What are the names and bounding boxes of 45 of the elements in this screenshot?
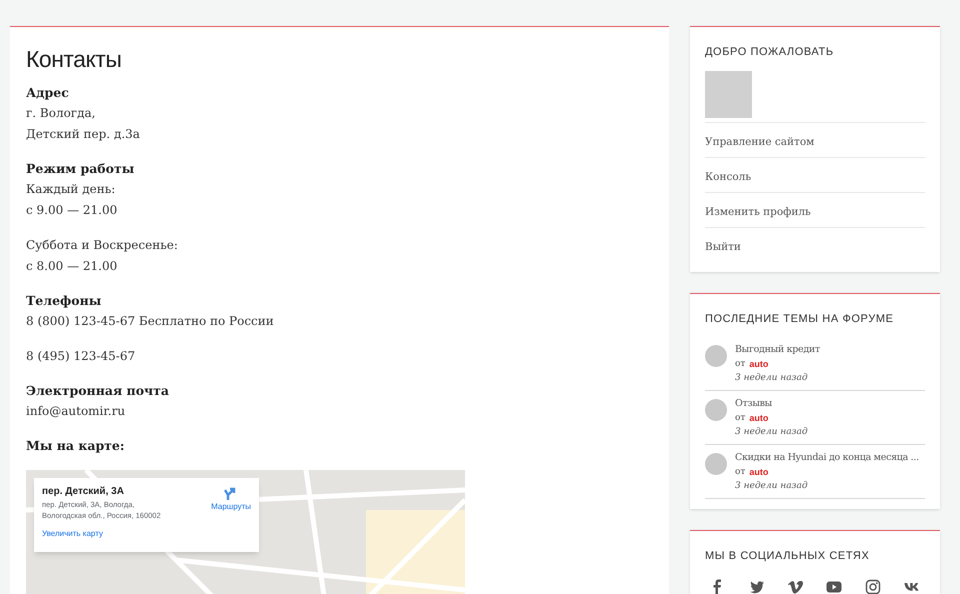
topic-time: 3 недели назад — [735, 480, 809, 493]
body-text: Каждый день: — [26, 181, 116, 198]
section-heading: Режим работы — [26, 160, 136, 178]
author-link[interactable]: auto — [749, 357, 768, 371]
sidebar-link[interactable]: Изменить профиль — [705, 206, 811, 218]
directions-link[interactable]: Маршруты — [211, 485, 251, 552]
avatar-placeholder — [705, 345, 727, 367]
sidebar-link[interactable]: Управление сайтом — [705, 136, 814, 148]
avatar-placeholder — [705, 399, 727, 421]
by-label: от — [735, 412, 746, 425]
author-link[interactable]: auto — [749, 411, 768, 425]
body-text: Суббота и Воскресенье: — [26, 237, 179, 254]
widget-title: ДОБРО ПОЖАЛОВАТЬ — [705, 45, 835, 60]
body-text: г. Вологда, — [26, 105, 96, 122]
vimeo-icon[interactable] — [788, 578, 804, 594]
sidebar-link[interactable]: Выйти — [705, 240, 741, 252]
body-text: 8 (800) 123-45-67 Бесплатно по России — [26, 313, 275, 330]
youtube-icon[interactable] — [826, 578, 842, 594]
section-heading: Мы на карте: — [26, 437, 126, 455]
section-heading: Электронная почта — [26, 382, 170, 400]
topic-link[interactable]: Скидки на Hyundai до конца месяца ... — [735, 450, 919, 465]
topic-link[interactable]: Отзывы — [735, 396, 808, 411]
place-title: пер. Детский, 3А — [42, 485, 125, 499]
widget-title: ПОСЛЕДНИЕ ТЕМЫ НА ФОРУМЕ — [705, 312, 895, 326]
widget-title: МЫ В СОЦИАЛЬНЫХ СЕТЯХ — [705, 549, 870, 564]
topic-link[interactable]: Выгодный кредит — [735, 342, 820, 357]
topic-time: 3 недели назад — [735, 426, 808, 439]
topic-time: 3 недели назад — [735, 372, 809, 385]
body-text: с 8.00 — 21.00 — [26, 258, 118, 275]
author-link[interactable]: auto — [749, 465, 768, 479]
by-label: от — [735, 358, 746, 371]
body-text: 8 (495) 123-45-67 — [26, 348, 136, 365]
body-text: info@automir.ru — [26, 403, 126, 420]
by-label: от — [735, 466, 746, 479]
avatar-placeholder — [705, 453, 727, 475]
page-title: Контакты — [26, 45, 122, 73]
body-text: Детский пер. д.3а — [26, 126, 141, 143]
twitter-icon[interactable] — [748, 578, 765, 594]
avatar-placeholder — [705, 70, 752, 118]
body-text: с 9.00 — 21.00 — [26, 202, 118, 219]
enlarge-map-link[interactable]: Увеличить карту — [42, 528, 212, 540]
sidebar-link[interactable]: Консоль — [705, 170, 752, 182]
section-heading: Телефоны — [26, 292, 102, 310]
instagram-icon[interactable] — [865, 578, 882, 594]
section-heading: Адрес — [26, 84, 70, 102]
